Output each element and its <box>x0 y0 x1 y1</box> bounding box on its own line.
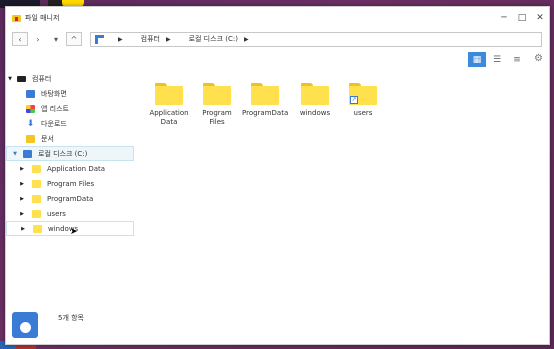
folder-item-label: windows <box>299 109 331 117</box>
tree-item-computer[interactable]: ▼ 컴퓨터 <box>6 71 134 86</box>
history-dropdown-button[interactable]: ▾ <box>48 32 64 46</box>
minimize-button[interactable]: ─ <box>495 8 513 28</box>
tree-item-local-disk[interactable]: ▼ 로컬 디스크 (C:) <box>6 146 134 161</box>
folder-icon <box>32 179 41 188</box>
folder-icon <box>32 164 41 173</box>
tree-item-label: 로컬 디스크 (C:) <box>38 149 88 158</box>
expand-arrow-icon[interactable]: ▼ <box>6 76 14 82</box>
desktop-icon <box>26 89 35 98</box>
folder-item[interactable]: ↗ users <box>340 83 386 118</box>
icon-view-button[interactable]: ▦ <box>468 52 486 67</box>
tree-item-label: Application Data <box>47 164 106 173</box>
navigation-bar: ‹ › ▾ ^ ▶ 컴퓨터 ▶ 로컬 디스크 (C:) ▶ <box>6 29 549 49</box>
expand-arrow-icon[interactable]: ▶ <box>18 166 26 172</box>
tree-item-apps[interactable]: 앱 리스트 <box>6 101 134 116</box>
tree-item-label: 컴퓨터 <box>32 74 52 83</box>
expand-arrow-icon[interactable]: ▶ <box>18 196 26 202</box>
tree-item-label: Program Files <box>47 179 95 188</box>
window-title: 파일 매니저 <box>25 14 60 22</box>
folder-icon <box>33 224 42 233</box>
file-manager-window: 파일 매니저 ─ □ ✕ ‹ › ▾ ^ ▶ 컴퓨터 ▶ 로컬 디스크 (C:)… <box>5 6 550 345</box>
status-bar: 5개 항목 <box>12 312 84 338</box>
tree-item-label: 바탕화면 <box>41 89 67 98</box>
download-icon: ⬇ <box>26 118 35 129</box>
folder-item-label: ProgramData <box>242 109 289 117</box>
folder-icon <box>251 83 279 105</box>
breadcrumb-local-disk[interactable]: 로컬 디스크 (C:) <box>189 34 238 44</box>
drive-icon <box>12 312 38 338</box>
tree-item-label: users <box>47 209 66 218</box>
gear-icon[interactable]: ⚙ <box>534 53 543 64</box>
main-area: ▼ 컴퓨터 바탕화면 앱 리스트 ⬇ 다운로드 문서 ▼ 로컬 디스크 (C:)… <box>6 71 549 344</box>
tree-item-label: 문서 <box>41 134 54 143</box>
item-count: 5개 항목 <box>58 314 84 322</box>
title-bar[interactable]: 파일 매니저 ─ □ ✕ <box>6 7 549 29</box>
folder-icon: ↗ <box>349 83 377 105</box>
maximize-button[interactable]: □ <box>513 8 531 28</box>
drive-icon <box>23 149 32 158</box>
folder-icon <box>32 209 41 218</box>
desktop-bottom-fragment-2 <box>16 345 36 349</box>
tree-item-label: 앱 리스트 <box>41 104 69 113</box>
tree-item-desktop[interactable]: 바탕화면 <box>6 86 134 101</box>
close-button[interactable]: ✕ <box>531 8 549 28</box>
tree-item-documents[interactable]: 문서 <box>6 131 134 146</box>
folder-item[interactable]: ProgramData <box>242 83 288 118</box>
mouse-pointer-icon: ➤ <box>70 227 78 237</box>
folder-item[interactable]: Application Data <box>146 83 192 127</box>
tree-item-label: ProgramData <box>47 194 94 203</box>
folder-icon <box>32 194 41 203</box>
tree-item-downloads[interactable]: ⬇ 다운로드 <box>6 116 134 131</box>
folder-icon <box>301 83 329 105</box>
tree-item-folder[interactable]: ▶ ProgramData <box>6 191 134 206</box>
expand-arrow-icon[interactable]: ▶ <box>19 226 27 232</box>
expand-arrow-icon[interactable]: ▼ <box>11 151 19 157</box>
folder-item-label: Program Files <box>202 109 232 126</box>
folder-item[interactable]: Program Files <box>194 83 240 127</box>
folder-icon <box>155 83 183 105</box>
tree-item-folder[interactable]: ▶ Program Files <box>6 176 134 191</box>
shortcut-arrow-icon: ↗ <box>350 96 358 104</box>
view-toolbar: ▦ ☰ ≡ ⚙ <box>6 49 549 71</box>
chevron-right-icon[interactable]: ▶ <box>244 36 249 43</box>
address-bar[interactable]: ▶ 컴퓨터 ▶ 로컬 디스크 (C:) ▶ <box>90 31 542 47</box>
folder-item-label: Application Data <box>149 109 189 126</box>
folder-item-label: users <box>353 109 373 117</box>
documents-icon <box>26 134 35 143</box>
tree-item-folder[interactable]: ▶ users <box>6 206 134 221</box>
details-view-button[interactable]: ≡ <box>508 52 526 67</box>
folder-icon <box>203 83 231 105</box>
breadcrumb-computer[interactable]: 컴퓨터 <box>141 34 160 44</box>
expand-arrow-icon[interactable]: ▶ <box>18 211 26 217</box>
folder-item[interactable]: windows <box>292 83 338 118</box>
drive-icon <box>95 34 104 44</box>
back-button[interactable]: ‹ <box>12 32 28 46</box>
file-manager-icon <box>12 14 21 22</box>
tree-item-label: 다운로드 <box>41 119 67 128</box>
list-view-button[interactable]: ☰ <box>488 52 506 67</box>
folder-tree: ▼ 컴퓨터 바탕화면 앱 리스트 ⬇ 다운로드 문서 ▼ 로컬 디스크 (C:)… <box>6 71 134 236</box>
chevron-right-icon[interactable]: ▶ <box>118 36 123 43</box>
chevron-right-icon[interactable]: ▶ <box>166 36 171 43</box>
tree-item-folder[interactable]: ▶ Application Data <box>6 161 134 176</box>
forward-button[interactable]: › <box>30 32 46 46</box>
computer-icon <box>17 75 26 82</box>
apps-icon <box>26 104 35 113</box>
expand-arrow-icon[interactable]: ▶ <box>18 181 26 187</box>
up-button[interactable]: ^ <box>66 32 82 46</box>
